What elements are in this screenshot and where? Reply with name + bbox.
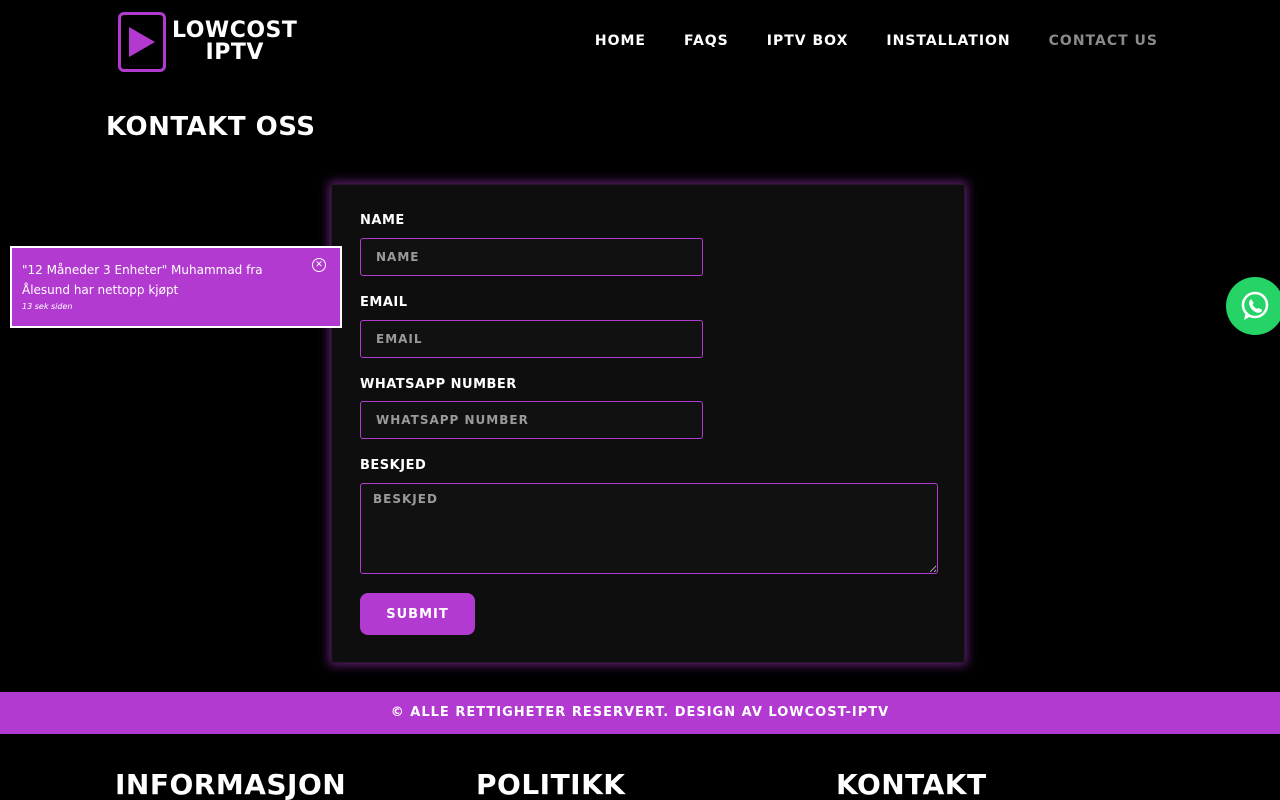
- nav-contact-us[interactable]: CONTACT US: [1049, 33, 1158, 49]
- footer-heading-politikk: POLITIKK: [476, 768, 626, 800]
- message-textarea[interactable]: [360, 483, 938, 574]
- whatsapp-label: WHATSAPP NUMBER: [360, 377, 517, 392]
- name-input[interactable]: [360, 238, 703, 276]
- notification-time: 13 sek siden: [22, 302, 73, 311]
- nav-iptv-box[interactable]: IPTV BOX: [767, 33, 849, 49]
- nav-home[interactable]: HOME: [595, 33, 646, 49]
- footer-heading-kontakt: KONTAKT: [836, 768, 987, 800]
- logo-wordmark: LOWCOST IPTV: [172, 20, 297, 64]
- whatsapp-icon[interactable]: [1226, 277, 1280, 335]
- main-nav: HOME FAQS IPTV BOX INSTALLATION CONTACT …: [595, 33, 1158, 49]
- email-label: EMAIL: [360, 295, 408, 310]
- nav-faqs[interactable]: FAQS: [684, 33, 729, 49]
- nav-installation[interactable]: INSTALLATION: [886, 33, 1010, 49]
- site-logo[interactable]: LOWCOST IPTV: [118, 12, 297, 72]
- copyright-bar: © ALLE RETTIGHETER RESERVERT. DESIGN AV …: [0, 692, 1280, 734]
- purchase-notification[interactable]: "12 Måneder 3 Enheter" Muhammad fra Åles…: [10, 246, 342, 328]
- logo-line-1: LOWCOST: [172, 18, 298, 43]
- message-label: BESKJED: [360, 458, 427, 473]
- page-title: KONTAKT OSS: [106, 112, 316, 142]
- email-input[interactable]: [360, 320, 703, 358]
- whatsapp-input[interactable]: [360, 401, 703, 439]
- submit-button[interactable]: SUBMIT: [360, 593, 475, 635]
- close-circle-icon[interactable]: ✕: [312, 258, 326, 272]
- play-logo-icon: [118, 12, 166, 72]
- logo-line-2: IPTV: [205, 40, 264, 65]
- notification-message: "12 Måneder 3 Enheter" Muhammad fra Åles…: [22, 263, 263, 297]
- footer-heading-informasjon: INFORMASJON: [115, 768, 347, 800]
- name-label: NAME: [360, 213, 405, 228]
- contact-form: NAME EMAIL WHATSAPP NUMBER BESKJED SUBMI…: [331, 184, 965, 663]
- site-header: LOWCOST IPTV HOME FAQS IPTV BOX INSTALLA…: [0, 0, 1280, 90]
